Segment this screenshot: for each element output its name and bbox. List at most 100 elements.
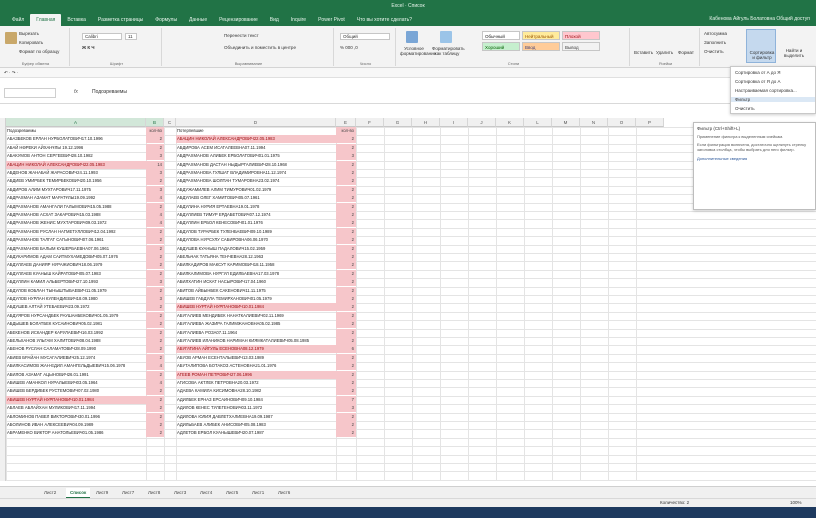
- tab-9[interactable]: Power Pivot: [312, 14, 351, 26]
- suspect-name-cell[interactable]: АБДРАХМАНОВ РУСЛАН НАГМЕТУЛЛОВИЧ12.04.19…: [6, 228, 146, 236]
- victim-count-cell[interactable]: 2: [336, 219, 356, 228]
- tab-6[interactable]: Рецензирование: [213, 14, 264, 26]
- victim-name-cell[interactable]: АБАЦИН НИКОЛАЙ АЛЕКСАНДРОВИЧ22.05.1983: [176, 135, 336, 144]
- suspect-name-cell[interactable]: АБДРАХМАН АЗАМАТ МАРАТҰЛЫ19.09.1992: [6, 194, 146, 202]
- suspect-count-cell[interactable]: 2: [146, 345, 164, 354]
- autosum-button[interactable]: Автосумма: [704, 31, 727, 36]
- victim-count-cell[interactable]: 2: [336, 387, 356, 396]
- victim-count-cell[interactable]: 2: [336, 295, 356, 303]
- suspect-count-cell[interactable]: 3: [146, 152, 164, 161]
- victim-name-cell[interactable]: АДАЕВА КАМИЛА КИСИМОВНА28.10.1982: [176, 387, 336, 395]
- victim-name-cell[interactable]: АБДРАХМАНОВ ДАСТАН НЫДЫРГАЛИЕВИЧ28.10.19…: [176, 161, 336, 169]
- suspect-name-cell[interactable]: АБДРАХМАНОВ ТАЛГАТ САГЫНОВИЧ07.06.1961: [6, 236, 146, 244]
- column-header-c[interactable]: C: [164, 118, 176, 127]
- suspect-count-cell[interactable]: 3: [146, 278, 164, 287]
- victim-count-cell[interactable]: 3: [336, 152, 356, 161]
- column-header-g[interactable]: G: [384, 118, 412, 127]
- victim-name-cell[interactable]: АБДУЛЛИН ЕРБОЛ КЕНЕСОВИЧ01.01.1976: [176, 219, 336, 227]
- sort-menu-item-0[interactable]: Сортировка от А до Я: [735, 70, 781, 75]
- sort-menu-item-3[interactable]: Фильтр: [731, 97, 815, 102]
- suspect-count-cell[interactable]: 4: [146, 194, 164, 203]
- victim-count-cell[interactable]: 6: [336, 345, 356, 354]
- victim-name-cell[interactable]: АБИШЕВ НУРТАЙ НУРПАНОВИЧ10.01.1984: [176, 303, 336, 312]
- suspect-name-cell[interactable]: АБДУЛОВ НУРЛАН КУЛЕНДИЕВИЧ18.09.1980: [6, 295, 146, 303]
- victim-count-cell[interactable]: 2: [336, 244, 356, 253]
- suspect-count-cell[interactable]: 2: [146, 404, 164, 413]
- victim-name-cell[interactable]: АБИЛКАДИРОВ МАКСУТ КАРИМОВИЧ18.11.1958: [176, 261, 336, 269]
- victim-name-cell[interactable]: АБДУЛЛИЕВ ТИМУР ЕРДАБЕТОВИЧ07.12.1974: [176, 211, 336, 219]
- column-header-l[interactable]: L: [524, 118, 552, 127]
- style-bad[interactable]: Плохой: [562, 31, 600, 40]
- clear-button[interactable]: Очистить: [704, 49, 724, 54]
- suspect-name-cell[interactable]: АБДРАХМАНОВ АМАНГАЛИ ГАЛЫМОВИЧ15.05.1988: [6, 203, 146, 211]
- victim-count-cell[interactable]: 2: [336, 362, 356, 371]
- suspect-name-cell[interactable]: АБДРАХМАНОВ ЖЕНИС МУХТАРОВИЧ09.03.1972: [6, 219, 146, 227]
- victim-count-cell[interactable]: 2: [336, 320, 356, 329]
- formula-input[interactable]: Подозреваемы: [92, 89, 127, 95]
- header-count-e[interactable]: кол-во: [336, 127, 356, 135]
- sheet-tab-9[interactable]: Лист6: [274, 488, 294, 498]
- suspect-name-cell[interactable]: АБИШЕВ НУРТАЙ НУРПАНОВИЧ10.01.1984: [6, 395, 146, 404]
- suspect-name-cell[interactable]: АБИЕВ БРАЙАН МУСАГАЛИЕВИЧ25.12.1974: [6, 354, 146, 362]
- victim-name-cell[interactable]: АДИЛБЕК ЕРНАЗ ЕРСАИНОВИЧ09.10.1984: [176, 396, 336, 404]
- victim-name-cell[interactable]: АБИТОВ АЙБЫНБЕК САКЕНОВИЧ11.11.1975: [176, 287, 336, 295]
- victim-name-cell[interactable]: АБДУЛИНА НУРИЯ ЕРТАЕВНА19.01.1978: [176, 203, 336, 211]
- suspect-count-cell[interactable]: 2: [146, 387, 164, 396]
- user-account[interactable]: Кабенова Айгуль Болатовна Общий доступ: [709, 13, 810, 26]
- suspect-name-cell[interactable]: АБДУЛОВ КОБЛАН ТЫНЫШТЫБАЕВИЧ11.05.1979: [6, 287, 146, 295]
- victim-count-cell[interactable]: 2: [336, 328, 356, 337]
- suspect-name-cell[interactable]: АБДУЛЛАЕВ ДАНИЯР НУРАЖИОВИЧ18.06.1979: [6, 261, 146, 269]
- sheet-tab-3[interactable]: Лист7: [118, 488, 138, 498]
- victim-name-cell[interactable]: АБДРАХМАНОВ АЛИБЕК ЕРБОЛАТОВИЧ01.01.1975: [176, 152, 336, 160]
- victim-count-cell[interactable]: 2: [336, 202, 356, 211]
- suspect-count-cell[interactable]: 2: [146, 269, 164, 278]
- suspect-count-cell[interactable]: 2: [146, 286, 164, 295]
- suspect-count-cell[interactable]: 2: [146, 311, 164, 320]
- column-header-m[interactable]: M: [552, 118, 580, 127]
- tab-3[interactable]: Разметка страницы: [92, 14, 149, 26]
- suspect-count-cell[interactable]: 4: [146, 362, 164, 371]
- victim-count-cell[interactable]: 2: [336, 143, 356, 152]
- suspect-count-cell[interactable]: 2: [146, 135, 164, 144]
- victim-name-cell[interactable]: АБДРАХМАНОВА ШОЛПАН ТУМАРОВНА23.02.1974: [176, 177, 336, 185]
- suspect-name-cell[interactable]: АБДЕНОВ ЖАНАБАЙ ЖАРАСОВИЧ24.11.1993: [6, 169, 146, 177]
- suspect-count-cell[interactable]: 2: [146, 261, 164, 270]
- suspect-count-cell[interactable]: 2: [146, 412, 164, 421]
- suspect-count-cell[interactable]: 4: [146, 379, 164, 387]
- header-suspects[interactable]: Подозреваемы: [6, 127, 146, 135]
- suspect-name-cell[interactable]: АБИЛКАСИМОВ ЖАН-ЕДИЛ АМАНГЕЛЬДЫЕВИЧ15.06…: [6, 362, 146, 370]
- delete-cells-button[interactable]: Удалить: [656, 50, 673, 55]
- victim-count-cell[interactable]: 2: [336, 311, 356, 320]
- format-cells-button[interactable]: Формат: [678, 50, 694, 55]
- suspect-count-cell[interactable]: 2: [146, 177, 164, 186]
- column-header-n[interactable]: N: [580, 118, 608, 127]
- suspect-name-cell[interactable]: АБЕНОВ РУСЛАН САЛАМАТОВИЧ28.09.1990: [6, 345, 146, 353]
- suspect-name-cell[interactable]: АБОЛИНОВ ИВАН АЛЕКСЕЕВИЧ04.09.1989: [6, 421, 146, 429]
- fx-icon[interactable]: fx: [74, 89, 78, 95]
- victim-name-cell[interactable]: АБИШЕВ ГАБДУЛА ТЕМИРХАНОВИЧ01.05.1979: [176, 295, 336, 303]
- victim-count-cell[interactable]: 2: [336, 379, 356, 387]
- suspect-count-cell[interactable]: 2: [146, 143, 164, 152]
- suspect-name-cell[interactable]: АБЕЛЬХАНОВ УЛЬГАМ ХАЛИТОВИЧ08.04.1988: [6, 337, 146, 345]
- suspect-count-cell[interactable]: 4: [146, 219, 164, 228]
- sheet-tab-4[interactable]: Лист8: [144, 488, 164, 498]
- suspect-name-cell[interactable]: АБДУЯРОВ НУРСАНДБЕК РАУШАНБЕКОВИЧ01.05.1…: [6, 312, 146, 320]
- victim-count-cell[interactable]: 2: [336, 286, 356, 295]
- style-normal[interactable]: Обычный: [482, 31, 520, 40]
- header-victims[interactable]: Потерпевшие: [176, 127, 336, 135]
- victim-count-cell[interactable]: 2: [336, 236, 356, 245]
- sheet-tab-1[interactable]: Список: [66, 488, 91, 498]
- victim-count-cell[interactable]: 2: [336, 135, 356, 144]
- suspect-name-cell[interactable]: АБДРАХМАНОВ БАЛЫМ КУШЕРБАЕВНА07.06.1961: [6, 245, 146, 253]
- conditional-formatting-button[interactable]: Условное форматирование: [400, 46, 436, 56]
- style-neutral[interactable]: Нейтральный: [522, 31, 560, 40]
- suspect-count-cell[interactable]: 2: [146, 303, 164, 312]
- victim-count-cell[interactable]: 2: [336, 429, 356, 438]
- suspect-name-cell[interactable]: АБАКУМОВ АНТОН СЕРГЕЕВИЧ28.10.1982: [6, 152, 146, 160]
- suspect-name-cell[interactable]: АБДУШЕВ АЛТАЙ УТЕБАЕВИЧ23.09.1972: [6, 303, 146, 311]
- suspect-name-cell[interactable]: АБАЙ НӨРЕКИ АЙХАНҰЛЫ 19.12.1996: [6, 144, 146, 152]
- victim-count-cell[interactable]: 2: [336, 169, 356, 177]
- sort-menu-item-2[interactable]: Настраиваемая сортировка...: [735, 88, 797, 93]
- sheet-tab-2[interactable]: Лист9: [92, 488, 112, 498]
- header-count-a[interactable]: кол-во: [146, 127, 164, 135]
